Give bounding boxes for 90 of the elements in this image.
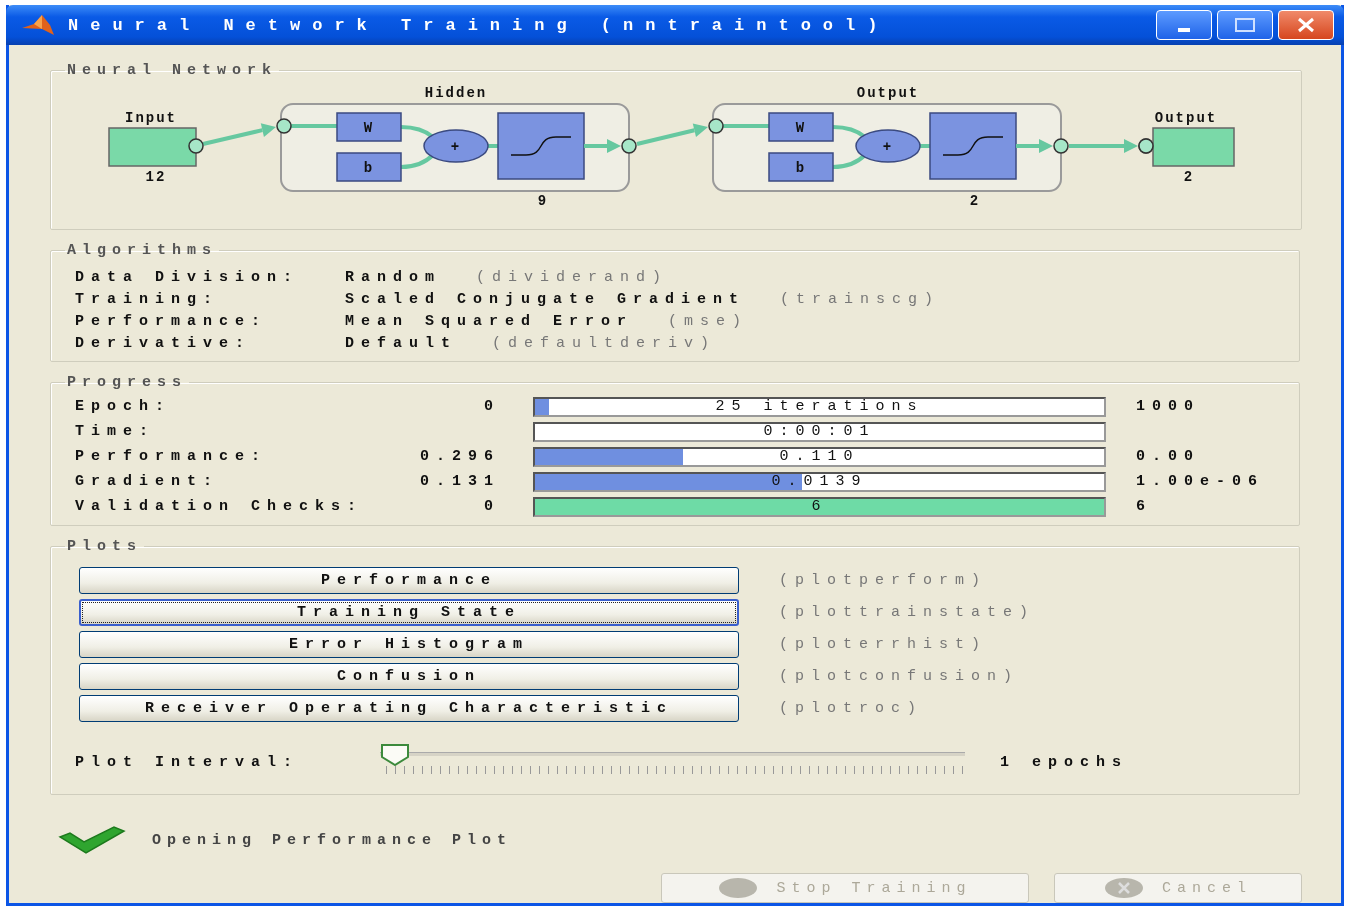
layer-label: Hidden — [424, 85, 488, 101]
connector-arrow — [1016, 139, 1053, 153]
group-title: Neural Network — [67, 62, 278, 79]
connector-line — [400, 125, 435, 139]
checkmark-icon — [58, 825, 126, 855]
output-size: 2 — [1183, 169, 1195, 185]
start-value: 0 — [483, 397, 500, 417]
plot-button[interactable]: Training State — [79, 599, 739, 626]
weight-block — [336, 112, 402, 142]
connector-line — [832, 125, 867, 139]
group-title: Algorithms — [67, 242, 217, 259]
progress-label: Epoch: — [75, 397, 172, 417]
sum-node — [855, 129, 921, 163]
connector-arrow — [1069, 139, 1138, 153]
junction-node — [1053, 138, 1069, 154]
connector-line — [723, 124, 769, 128]
bias-block — [336, 152, 402, 182]
maximize-icon — [1234, 17, 1256, 33]
target-value: 0.00 — [1135, 447, 1201, 467]
sum-node — [423, 129, 489, 163]
progress-reading: 0.110 — [778, 449, 861, 465]
stop-icon — [718, 877, 759, 899]
group-title: Progress — [67, 374, 187, 391]
interval-reading: 1 epochs — [1000, 753, 1129, 771]
progress-label: Gradient: — [75, 472, 220, 492]
input-size: 12 — [145, 169, 167, 185]
function-name: (plotroc) — [779, 700, 924, 717]
plot-button[interactable]: Receiver Operating Characteristic — [79, 695, 739, 722]
connector-arrow — [636, 123, 708, 146]
layer-size: 9 — [537, 193, 549, 209]
junction-node — [276, 118, 292, 134]
progress-reading: 25 iterations — [714, 399, 925, 415]
layer-label: Output — [856, 85, 920, 101]
plot-interval-label: Plot Interval: — [75, 753, 301, 771]
function-name: (mse) — [668, 312, 749, 332]
bias-label: b — [795, 160, 807, 176]
weight-label: W — [363, 120, 375, 136]
window-title: Neural Network Training (nntraintool) — [68, 15, 891, 35]
connector-line — [291, 124, 337, 128]
start-value: 0.131 — [419, 472, 500, 492]
maximize-button[interactable] — [1217, 10, 1273, 40]
minimize-icon — [1178, 28, 1190, 32]
progress-label: Performance: — [75, 447, 269, 467]
layer-size: 2 — [969, 193, 981, 209]
algorithm-value: Scaled Conjugate Gradient — [345, 290, 746, 310]
connector-line — [832, 153, 867, 169]
function-name: (plottrainstate) — [779, 604, 1037, 621]
junction-node — [708, 118, 724, 134]
progress-label: Time: — [75, 422, 156, 442]
cancel-icon — [1104, 877, 1144, 899]
close-button[interactable] — [1278, 10, 1334, 40]
function-name: (plotconfusion) — [779, 668, 1021, 685]
weight-block — [768, 112, 834, 142]
progress-reading: 6 — [810, 499, 829, 515]
target-value: 1.00e-06 — [1135, 472, 1265, 492]
group-title: Plots — [67, 538, 142, 555]
junction-node — [621, 138, 637, 154]
input-label: Input — [125, 110, 177, 126]
output-label: Output — [1154, 110, 1218, 126]
algorithm-label: Performance: — [75, 312, 269, 332]
function-name: (defaultderiv) — [492, 334, 717, 354]
algorithm-value: Random — [345, 268, 441, 288]
plot-button[interactable]: Confusion — [79, 663, 739, 690]
algorithm-label: Data Division: — [75, 268, 301, 288]
function-name: (plotperform) — [779, 572, 989, 589]
close-icon — [1295, 16, 1317, 34]
bias-label: b — [363, 160, 375, 176]
start-value: 0 — [483, 497, 500, 517]
status-message: Opening Performance Plot — [152, 831, 513, 849]
sum-sign: + — [450, 139, 462, 155]
algorithm-label: Training: — [75, 290, 220, 310]
bias-block — [768, 152, 834, 182]
connector-line — [400, 153, 435, 169]
plot-button[interactable]: Performance — [79, 567, 739, 594]
function-name: (dividerand) — [476, 268, 669, 288]
target-value: 6 — [1135, 497, 1153, 517]
algorithm-label: Derivative: — [75, 334, 253, 354]
weight-label: W — [795, 120, 807, 136]
junction-node — [188, 138, 204, 154]
sum-sign: + — [882, 139, 894, 155]
minimize-button[interactable] — [1156, 10, 1212, 40]
target-value: 1000 — [1135, 397, 1201, 417]
start-value: 0.296 — [419, 447, 500, 467]
plot-button[interactable]: Error Histogram — [79, 631, 739, 658]
algorithm-value: Mean Squared Error — [345, 312, 634, 332]
function-name: (ploterrhist) — [779, 636, 989, 653]
progress-label: Validation Checks: — [75, 497, 365, 517]
function-name: (trainscg) — [780, 290, 941, 310]
algorithm-value: Default — [345, 334, 457, 354]
connector-arrow — [584, 139, 621, 153]
